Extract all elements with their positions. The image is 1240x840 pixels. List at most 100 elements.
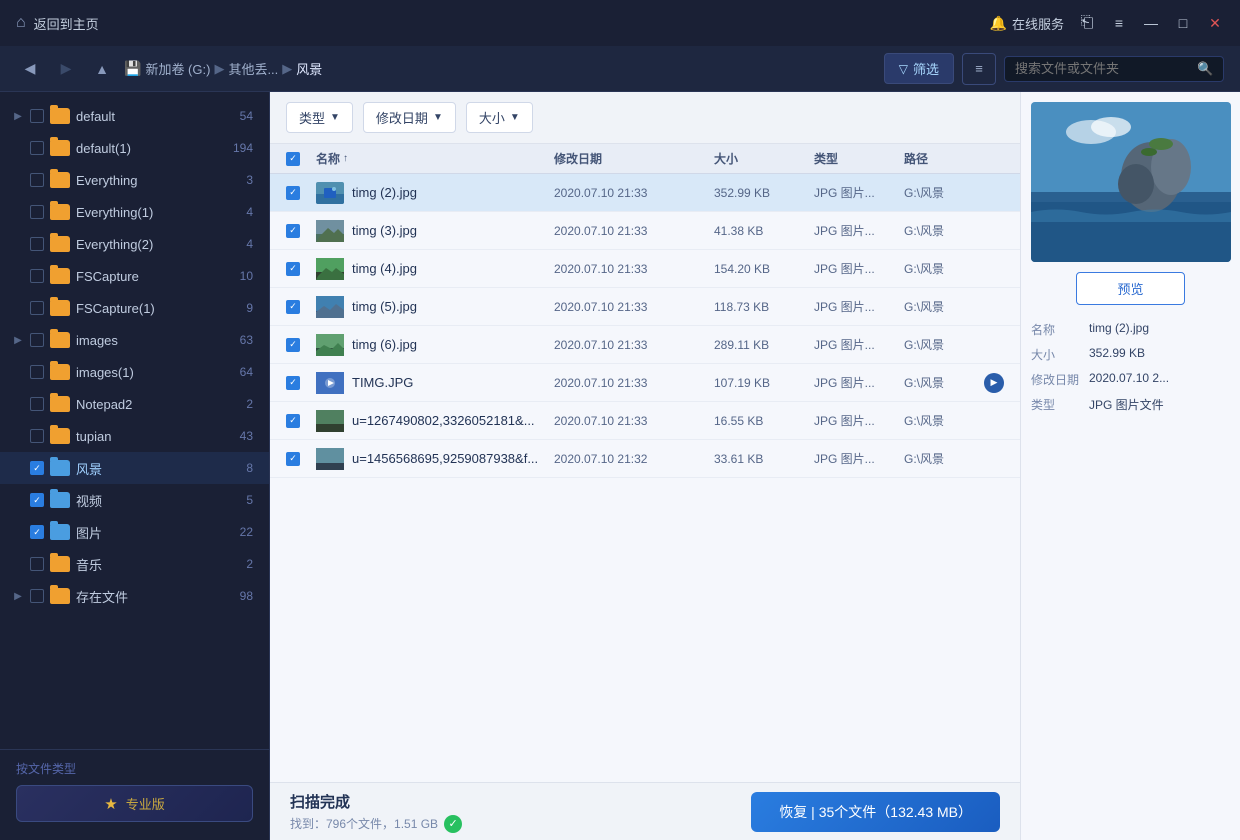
row-checkbox[interactable] xyxy=(286,262,300,276)
row-checkbox[interactable] xyxy=(286,300,300,314)
table-row[interactable]: timg (5).jpg 2020.07.10 21:33 118.73 KB … xyxy=(270,288,1020,326)
table-row[interactable]: u=1456568695,9259087938&f... 2020.07.10 … xyxy=(270,440,1020,478)
th-path[interactable]: 路径 xyxy=(904,150,1004,167)
table-row[interactable]: timg (4).jpg 2020.07.10 21:33 154.20 KB … xyxy=(270,250,1020,288)
table-row[interactable]: timg (6).jpg 2020.07.10 21:33 289.11 KB … xyxy=(270,326,1020,364)
sidebar-item-default1[interactable]: ▶ default(1) 194 xyxy=(0,132,269,164)
bottom-bar: 扫描完成 找到：796个文件，1.51 GB ✓ 恢复 | 35个文件（132.… xyxy=(270,782,1020,840)
back-button[interactable]: ◀ xyxy=(16,55,44,83)
th-date[interactable]: 修改日期 xyxy=(554,150,714,167)
row-checkbox[interactable] xyxy=(286,452,300,466)
row-checkbox[interactable] xyxy=(286,414,300,428)
sidebar-check-fscapture[interactable] xyxy=(30,269,44,283)
filter-date-label: 修改日期 xyxy=(376,108,428,127)
filter-button[interactable]: ▽ 筛选 xyxy=(884,53,954,84)
table-row[interactable]: timg (3).jpg 2020.07.10 21:33 41.38 KB J… xyxy=(270,212,1020,250)
menu-button[interactable]: ≡ xyxy=(1110,14,1128,32)
sidebar-label: 图片 xyxy=(76,523,234,542)
sidebar-check-default[interactable] xyxy=(30,109,44,123)
info-label-name: 名称 xyxy=(1031,321,1081,338)
file-date: 2020.07.10 21:32 xyxy=(554,452,714,466)
sidebar-check-tupian2[interactable] xyxy=(30,525,44,539)
sidebar-label: 风景 xyxy=(76,459,240,478)
th-type[interactable]: 类型 xyxy=(814,150,904,167)
close-button[interactable]: ✕ xyxy=(1206,14,1224,32)
minimize-button[interactable]: — xyxy=(1142,14,1160,32)
sidebar-check-tupian[interactable] xyxy=(30,429,44,443)
pro-button[interactable]: ★ 专业版 xyxy=(16,785,253,822)
sidebar-item-tupian2[interactable]: ▶ 图片 22 xyxy=(0,516,269,548)
sidebar-check-fengjing[interactable] xyxy=(30,461,44,475)
table-row[interactable]: timg (2).jpg 2020.07.10 21:33 352.99 KB … xyxy=(270,174,1020,212)
sidebar-item-fscapture1[interactable]: ▶ FSCapture(1) 9 xyxy=(0,292,269,324)
folder-icon xyxy=(50,332,70,348)
sidebar-item-everything[interactable]: ▶ Everything 3 xyxy=(0,164,269,196)
sidebar-check-music[interactable] xyxy=(30,557,44,571)
sidebar-item-images[interactable]: ▶ images 63 xyxy=(0,324,269,356)
folder-icon xyxy=(50,524,70,540)
recover-button[interactable]: 恢复 | 35个文件（132.43 MB） xyxy=(751,792,1000,832)
sidebar-count: 5 xyxy=(246,493,253,507)
online-service[interactable]: 🔔 在线服务 xyxy=(990,14,1064,33)
search-input[interactable] xyxy=(1015,61,1191,76)
file-type: JPG 图片... xyxy=(814,222,904,239)
sidebar-check-images1[interactable] xyxy=(30,365,44,379)
preview-button[interactable]: 预览 xyxy=(1076,272,1184,305)
file-path: G:\风景 xyxy=(904,336,1004,353)
row-checkbox[interactable] xyxy=(286,186,300,200)
breadcrumb-drive[interactable]: 新加卷 (G:) xyxy=(145,59,210,78)
file-name-cell: timg (5).jpg xyxy=(316,296,554,318)
select-all-checkbox[interactable] xyxy=(286,152,300,166)
title-bar-right: 🔔 在线服务 ⎗ ≡ — □ ✕ xyxy=(990,14,1224,33)
sidebar-item-everything2[interactable]: ▶ Everything(2) 4 xyxy=(0,228,269,260)
play-button[interactable]: ▶ xyxy=(984,373,1004,393)
sidebar-item-default[interactable]: ▶ default 54 xyxy=(0,100,269,132)
forward-button[interactable]: ▶ xyxy=(52,55,80,83)
sidebar-item-notepad2[interactable]: ▶ Notepad2 2 xyxy=(0,388,269,420)
filter-type-label: 类型 xyxy=(299,108,325,127)
sidebar-item-fengjing[interactable]: ▶ 风景 8 xyxy=(0,452,269,484)
row-checkbox[interactable] xyxy=(286,376,300,390)
folder-icon xyxy=(50,300,70,316)
maximize-button[interactable]: □ xyxy=(1174,14,1192,32)
sidebar-item-everything1[interactable]: ▶ Everything(1) 4 xyxy=(0,196,269,228)
filter-chip-date[interactable]: 修改日期 ▼ xyxy=(363,102,456,133)
sidebar-label: images xyxy=(76,333,234,348)
sidebar-check-cunzai[interactable] xyxy=(30,589,44,603)
view-toggle-button[interactable]: ≡ xyxy=(962,53,996,85)
sidebar-check-default1[interactable] xyxy=(30,141,44,155)
sidebar-check-images[interactable] xyxy=(30,333,44,347)
sidebar-item-shipin[interactable]: ▶ 视频 5 xyxy=(0,484,269,516)
sidebar-check-everything[interactable] xyxy=(30,173,44,187)
file-date: 2020.07.10 21:33 xyxy=(554,224,714,238)
row-checkbox[interactable] xyxy=(286,338,300,352)
row-checkbox[interactable] xyxy=(286,224,300,238)
sidebar-check-everything2[interactable] xyxy=(30,237,44,251)
up-button[interactable]: ▲ xyxy=(88,55,116,83)
sidebar-item-music[interactable]: ▶ 音乐 2 xyxy=(0,548,269,580)
sidebar-check-fscapture1[interactable] xyxy=(30,301,44,315)
th-size[interactable]: 大小 xyxy=(714,150,814,167)
breadcrumb-current[interactable]: 风景 xyxy=(296,59,322,78)
sidebar-check-shipin[interactable] xyxy=(30,493,44,507)
sidebar-item-fscapture[interactable]: ▶ FSCapture 10 xyxy=(0,260,269,292)
file-name-cell: u=1456568695,9259087938&f... xyxy=(316,448,554,470)
file-date: 2020.07.10 21:33 xyxy=(554,300,714,314)
breadcrumb-folder[interactable]: 其他丢... xyxy=(228,59,278,78)
preview-info: 名称 timg (2).jpg 大小 352.99 KB 修改日期 2020.0… xyxy=(1031,321,1230,421)
share-button[interactable]: ⎗ xyxy=(1078,14,1096,32)
filter-size-label: 大小 xyxy=(479,108,505,127)
home-label[interactable]: 返回到主页 xyxy=(34,14,99,33)
table-row[interactable]: TIMG.JPG 2020.07.10 21:33 107.19 KB JPG … xyxy=(270,364,1020,402)
filter-chip-type[interactable]: 类型 ▼ xyxy=(286,102,353,133)
file-path: G:\风景 xyxy=(904,298,1004,315)
info-label-date: 修改日期 xyxy=(1031,371,1081,388)
table-row[interactable]: u=1267490802,3326052181&... 2020.07.10 2… xyxy=(270,402,1020,440)
sidebar-item-images1[interactable]: ▶ images(1) 64 xyxy=(0,356,269,388)
th-name[interactable]: 名称 ↑ xyxy=(316,150,554,167)
sidebar-item-cunzai[interactable]: ▶ 存在文件 98 xyxy=(0,580,269,612)
sidebar-item-tupian[interactable]: ▶ tupian 43 xyxy=(0,420,269,452)
sidebar-check-everything1[interactable] xyxy=(30,205,44,219)
sidebar-check-notepad2[interactable] xyxy=(30,397,44,411)
filter-chip-size[interactable]: 大小 ▼ xyxy=(466,102,533,133)
